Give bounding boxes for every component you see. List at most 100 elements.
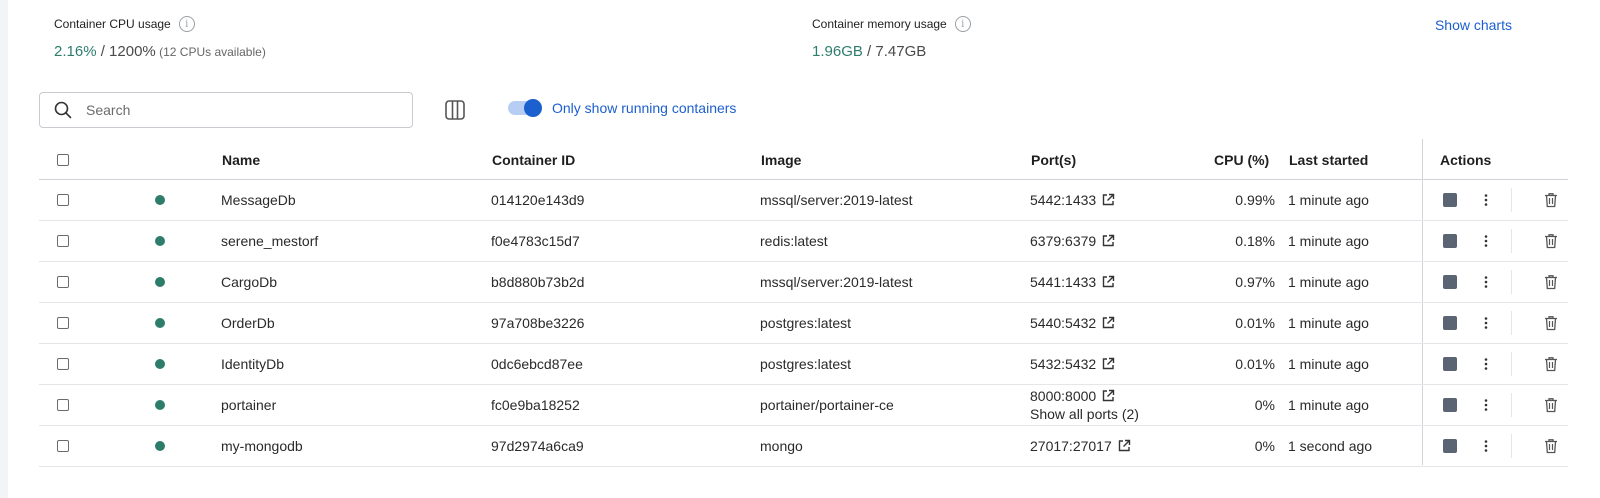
select-all-checkbox[interactable]: [57, 154, 69, 166]
table-row[interactable]: my-mongodb 97d2974a6ca9 mongo 27017:2701…: [39, 426, 1568, 467]
image-link[interactable]: mongo: [760, 426, 803, 466]
header-actions: Actions: [1440, 152, 1492, 168]
search-input[interactable]: [84, 101, 388, 119]
container-name-link[interactable]: CargoDb: [221, 262, 277, 302]
port-link[interactable]: 5442:1433: [1030, 192, 1096, 208]
port-link[interactable]: 5432:5432: [1030, 356, 1096, 372]
ports-cell: 5432:5432: [1030, 344, 1115, 384]
running-status-dot: [155, 236, 165, 246]
stop-icon[interactable]: [1443, 275, 1457, 289]
external-link-icon[interactable]: [1101, 357, 1115, 371]
trash-icon[interactable]: [1544, 438, 1558, 454]
header-last-started[interactable]: Last started: [1289, 141, 1368, 179]
container-id[interactable]: fc0e9ba18252: [491, 385, 580, 425]
stop-icon[interactable]: [1443, 357, 1457, 371]
trash-icon[interactable]: [1544, 315, 1558, 331]
port-link[interactable]: 27017:27017: [1030, 438, 1112, 454]
container-name-link[interactable]: IdentityDb: [221, 344, 284, 384]
container-id[interactable]: 97d2974a6ca9: [491, 426, 584, 466]
container-name-link[interactable]: OrderDb: [221, 303, 275, 343]
stop-icon[interactable]: [1443, 439, 1457, 453]
more-options-icon[interactable]: [1479, 275, 1493, 289]
table-row[interactable]: IdentityDb 0dc6ebcd87ee postgres:latest …: [39, 344, 1568, 385]
external-link-icon[interactable]: [1101, 193, 1115, 207]
actions-separator: [1511, 434, 1512, 458]
external-link-icon[interactable]: [1101, 389, 1115, 403]
row-checkbox[interactable]: [57, 235, 69, 247]
container-name-link[interactable]: MessageDb: [221, 180, 296, 220]
row-checkbox[interactable]: [57, 317, 69, 329]
external-link-icon[interactable]: [1101, 275, 1115, 289]
search-icon: [54, 101, 72, 119]
stop-icon[interactable]: [1443, 234, 1457, 248]
running-toggle[interactable]: [508, 99, 542, 117]
memory-total: / 7.47GB: [862, 43, 927, 60]
port-link[interactable]: 8000:8000: [1030, 387, 1096, 405]
memory-info-icon[interactable]: i: [954, 16, 971, 32]
header-container-id[interactable]: Container ID: [492, 141, 575, 179]
port-link[interactable]: 5440:5432: [1030, 315, 1096, 331]
running-toggle-label[interactable]: Only show running containers: [552, 100, 736, 116]
show-charts-link[interactable]: Show charts: [1435, 17, 1512, 33]
cpu-percent: 0.99%: [1235, 192, 1275, 208]
trash-icon[interactable]: [1544, 397, 1558, 413]
more-options-icon[interactable]: [1479, 193, 1493, 207]
last-started: 1 minute ago: [1288, 233, 1369, 249]
external-link-icon[interactable]: [1101, 234, 1115, 248]
toggle-knob: [524, 99, 542, 117]
container-name-link[interactable]: my-mongodb: [221, 426, 303, 466]
search-box[interactable]: [39, 92, 413, 128]
row-checkbox[interactable]: [57, 440, 69, 452]
container-id[interactable]: 0dc6ebcd87ee: [491, 344, 583, 384]
row-checkbox[interactable]: [57, 399, 69, 411]
row-checkbox[interactable]: [57, 276, 69, 288]
header-image[interactable]: Image: [761, 141, 801, 179]
cpu-info-icon[interactable]: i: [178, 16, 195, 32]
columns-icon[interactable]: [444, 99, 466, 121]
header-name[interactable]: Name: [222, 141, 260, 179]
header-cpu[interactable]: CPU (%): [1214, 141, 1269, 179]
image-link[interactable]: portainer/portainer-ce: [760, 385, 894, 425]
row-checkbox[interactable]: [57, 194, 69, 206]
more-options-icon[interactable]: [1479, 439, 1493, 453]
show-all-ports-link[interactable]: Show all ports (2): [1030, 405, 1139, 423]
trash-icon[interactable]: [1544, 274, 1558, 290]
port-link[interactable]: 5441:1433: [1030, 274, 1096, 290]
table-row[interactable]: serene_mestorf f0e4783c15d7 redis:latest…: [39, 221, 1568, 262]
container-id[interactable]: 97a708be3226: [491, 303, 584, 343]
more-options-icon[interactable]: [1479, 316, 1493, 330]
table-row[interactable]: portainer fc0e9ba18252 portainer/portain…: [39, 385, 1568, 426]
table-row[interactable]: OrderDb 97a708be3226 postgres:latest 544…: [39, 303, 1568, 344]
container-id[interactable]: f0e4783c15d7: [491, 221, 580, 261]
image-link[interactable]: mssql/server:2019-latest: [760, 180, 913, 220]
more-options-icon[interactable]: [1479, 398, 1493, 412]
stop-icon[interactable]: [1443, 398, 1457, 412]
external-link-icon[interactable]: [1101, 316, 1115, 330]
stop-icon[interactable]: [1443, 316, 1457, 330]
more-options-icon[interactable]: [1479, 357, 1493, 371]
container-id[interactable]: b8d880b73b2d: [491, 262, 584, 302]
ports-cell: 6379:6379: [1030, 221, 1115, 261]
trash-icon[interactable]: [1544, 356, 1558, 372]
trash-icon[interactable]: [1544, 233, 1558, 249]
stop-icon[interactable]: [1443, 193, 1457, 207]
row-checkbox[interactable]: [57, 358, 69, 370]
image-link[interactable]: redis:latest: [760, 221, 828, 261]
table-header: Name Container ID Image Port(s) CPU (%) …: [39, 141, 1568, 180]
container-name-link[interactable]: portainer: [221, 385, 276, 425]
header-ports[interactable]: Port(s): [1031, 141, 1076, 179]
table-row[interactable]: MessageDb 014120e143d9 mssql/server:2019…: [39, 180, 1568, 221]
image-link[interactable]: postgres:latest: [760, 344, 851, 384]
container-name-link[interactable]: serene_mestorf: [221, 221, 318, 261]
actions-separator: [1511, 393, 1512, 417]
trash-icon[interactable]: [1544, 192, 1558, 208]
more-options-icon[interactable]: [1479, 234, 1493, 248]
cpu-percent: 0.01%: [1235, 315, 1275, 331]
last-started: 1 minute ago: [1288, 274, 1369, 290]
port-link[interactable]: 6379:6379: [1030, 233, 1096, 249]
table-row[interactable]: CargoDb b8d880b73b2d mssql/server:2019-l…: [39, 262, 1568, 303]
image-link[interactable]: postgres:latest: [760, 303, 851, 343]
container-id[interactable]: 014120e143d9: [491, 180, 584, 220]
external-link-icon[interactable]: [1117, 439, 1131, 453]
image-link[interactable]: mssql/server:2019-latest: [760, 262, 913, 302]
